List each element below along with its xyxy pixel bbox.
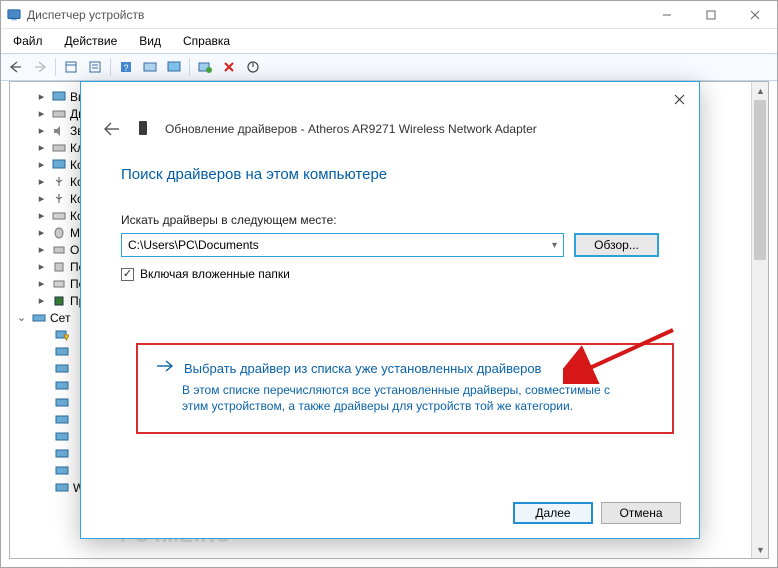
audio-icon: [51, 124, 66, 138]
adapter-icon: [54, 413, 69, 427]
printer-icon: [51, 243, 66, 257]
arrow-right-icon: [156, 359, 174, 378]
search-location-section: Искать драйверы в следующем месте: C:\Us…: [81, 183, 699, 257]
vertical-scrollbar[interactable]: ▲ ▼: [751, 82, 768, 558]
scroll-up-icon[interactable]: ▲: [752, 82, 769, 99]
help-icon[interactable]: ?: [115, 56, 137, 78]
next-button[interactable]: Далее: [513, 502, 593, 524]
browse-button[interactable]: Обзор...: [574, 233, 659, 257]
scrollbar-thumb[interactable]: [754, 100, 766, 260]
back-icon[interactable]: [5, 56, 27, 78]
cancel-button[interactable]: Отмена: [601, 502, 681, 524]
search-location-label: Искать драйверы в следующем месте:: [121, 213, 659, 227]
window-title: Диспетчер устройств: [27, 8, 144, 22]
scroll-down-icon[interactable]: ▼: [752, 541, 769, 558]
close-button[interactable]: [733, 2, 777, 28]
device-icon: [137, 120, 151, 138]
usb-icon: [51, 192, 66, 206]
mouse-icon: [51, 226, 66, 240]
dialog-close-button[interactable]: [665, 88, 693, 110]
adapter-icon: [54, 481, 69, 495]
uninstall-icon[interactable]: [218, 56, 240, 78]
menu-help[interactable]: Справка: [177, 32, 236, 50]
properties-icon[interactable]: [84, 56, 106, 78]
menubar: Файл Действие Вид Справка: [1, 29, 777, 53]
adapter-icon: [54, 396, 69, 410]
adapter-icon: [54, 379, 69, 393]
include-subfolders-checkbox[interactable]: [121, 268, 134, 281]
toolbar-separator: [110, 58, 111, 76]
network-icon: [31, 311, 46, 325]
adapter-icon: [54, 447, 69, 461]
dialog-heading: Поиск драйверов на этом компьютере: [81, 140, 699, 183]
back-arrow-icon[interactable]: [101, 118, 123, 140]
show-hidden-icon[interactable]: [60, 56, 82, 78]
main-window: Диспетчер устройств Файл Действие Вид Сп…: [0, 0, 778, 568]
tree-label[interactable]: Сет: [50, 311, 70, 325]
window-controls: [645, 2, 777, 28]
adapter-icon: [54, 362, 69, 376]
include-subfolders-row[interactable]: Включая вложенные папки: [81, 257, 699, 281]
controller-icon: [51, 209, 66, 223]
monitor-icon: [51, 90, 66, 104]
adapter-icon: [54, 345, 69, 359]
portable-icon: [51, 260, 66, 274]
dialog-header: Обновление драйверов - Atheros AR9271 Wi…: [81, 82, 699, 140]
path-combobox[interactable]: C:\Users\PC\Documents ▾: [121, 233, 564, 257]
pick-from-list-option[interactable]: Выбрать драйвер из списка уже установлен…: [136, 343, 674, 434]
dialog-button-row: Далее Отмена: [513, 502, 681, 524]
disk-icon: [51, 107, 66, 121]
path-value: C:\Users\PC\Documents: [128, 238, 552, 252]
minimize-button[interactable]: [645, 2, 689, 28]
adapter-icon: [54, 430, 69, 444]
port-icon: [51, 277, 66, 291]
adapter-warning-icon: [54, 328, 69, 342]
cpu-icon: [51, 294, 66, 308]
toolbar-separator: [189, 58, 190, 76]
app-icon: [7, 8, 21, 22]
titlebar-left: Диспетчер устройств: [7, 8, 144, 22]
keyboard-icon: [51, 141, 66, 155]
scan-hardware-icon[interactable]: [139, 56, 161, 78]
update-driver-icon[interactable]: [194, 56, 216, 78]
disable-icon[interactable]: [242, 56, 264, 78]
option-title: Выбрать драйвер из списка уже установлен…: [184, 361, 541, 376]
menu-action[interactable]: Действие: [59, 32, 124, 50]
computer-icon: [51, 158, 66, 172]
menu-view[interactable]: Вид: [133, 32, 167, 50]
option-description: В этом списке перечисляются все установл…: [156, 382, 636, 414]
usb-icon: [51, 175, 66, 189]
include-subfolders-label: Включая вложенные папки: [140, 267, 290, 281]
svg-text:?: ?: [123, 63, 128, 73]
toolbar-separator: [55, 58, 56, 76]
toolbar: ?: [1, 53, 777, 81]
chevron-down-icon[interactable]: ▾: [552, 240, 557, 251]
monitor-icon[interactable]: [163, 56, 185, 78]
dialog-title: Обновление драйверов - Atheros AR9271 Wi…: [165, 122, 537, 136]
maximize-button[interactable]: [689, 2, 733, 28]
forward-icon[interactable]: [29, 56, 51, 78]
update-driver-dialog: Обновление драйверов - Atheros AR9271 Wi…: [80, 81, 700, 539]
menu-file[interactable]: Файл: [7, 32, 49, 50]
adapter-icon: [54, 464, 69, 478]
titlebar[interactable]: Диспетчер устройств: [1, 1, 777, 29]
